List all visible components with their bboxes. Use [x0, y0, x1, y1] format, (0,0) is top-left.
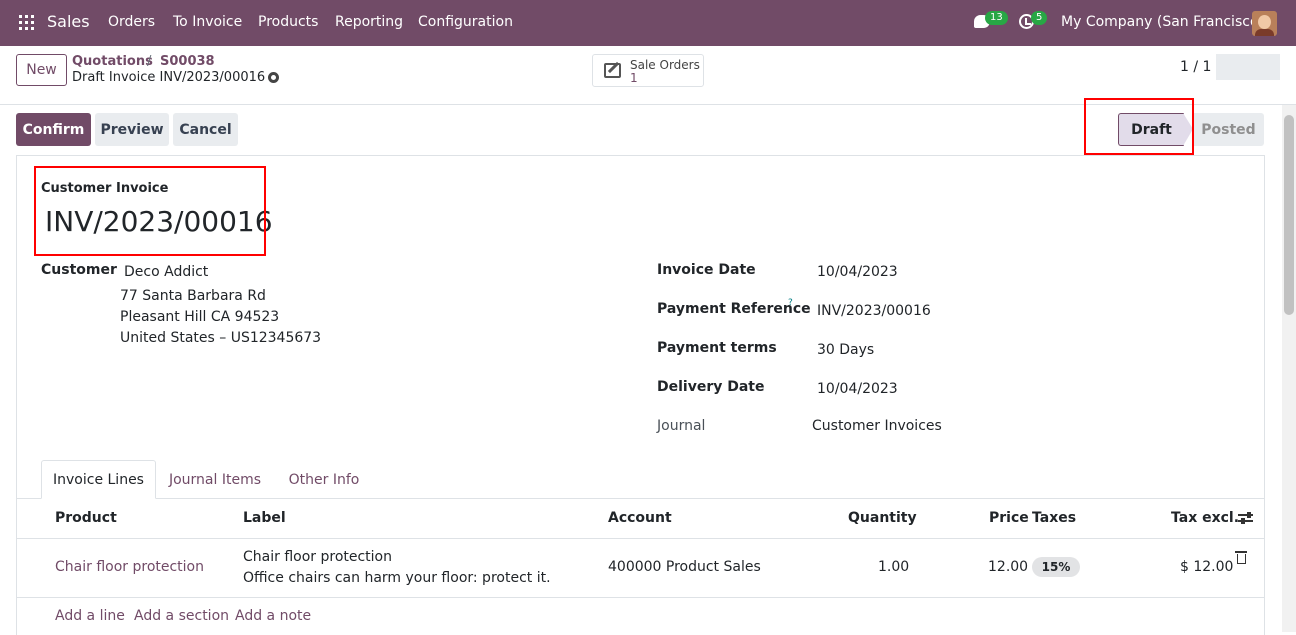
help-tooltip-icon[interactable]: ?	[788, 298, 793, 308]
breadcrumb-quotations[interactable]: Quotations	[72, 54, 153, 69]
customer-address-line: United States – US12345673	[120, 330, 322, 346]
breadcrumb-current: Draft Invoice INV/2023/00016	[72, 70, 266, 85]
column-quantity[interactable]: Quantity	[848, 510, 917, 526]
gear-icon[interactable]	[268, 72, 279, 83]
pager-value[interactable]: 1 / 1	[1180, 59, 1211, 75]
payment-terms-label: Payment terms	[657, 340, 777, 356]
tab-other-info[interactable]: Other Info	[278, 460, 370, 499]
delete-row-icon[interactable]	[1235, 551, 1247, 564]
control-panel: New Quotations / S00038 Draft Invoice IN…	[0, 46, 1296, 105]
payment-reference-field[interactable]: INV/2023/00016	[817, 303, 931, 319]
add-line-link[interactable]: Add a line	[55, 608, 125, 624]
page-scrollbar[interactable]	[1282, 105, 1296, 632]
highlight-box-status	[1084, 98, 1194, 155]
column-price[interactable]: Price	[989, 510, 1029, 526]
menu-configuration[interactable]: Configuration	[418, 14, 513, 30]
messages-count-badge: 13	[985, 11, 1008, 25]
tab-journal-items[interactable]: Journal Items	[160, 460, 270, 499]
smart-button-label: Sale Orders	[630, 58, 700, 72]
table-row-divider	[16, 597, 1265, 598]
preview-button[interactable]: Preview	[95, 113, 169, 146]
top-navbar: Sales Orders To Invoice Products Reporti…	[0, 0, 1296, 46]
table-header-divider	[16, 538, 1265, 539]
company-switcher[interactable]: My Company (San Francisco)	[1061, 14, 1264, 30]
delivery-date-label: Delivery Date	[657, 379, 765, 395]
row-price[interactable]: 12.00	[988, 559, 1028, 575]
tab-invoice-lines[interactable]: Invoice Lines	[41, 460, 156, 499]
customer-field[interactable]: Deco Addict	[124, 264, 208, 280]
optional-columns-icon[interactable]	[1238, 512, 1253, 524]
user-avatar[interactable]	[1252, 11, 1277, 36]
column-label[interactable]: Label	[243, 510, 286, 526]
activities-count-badge: 5	[1031, 11, 1048, 25]
breadcrumb-separator: /	[147, 54, 152, 69]
column-product[interactable]: Product	[55, 510, 117, 526]
menu-to-invoice[interactable]: To Invoice	[173, 14, 242, 30]
sale-orders-smart-button[interactable]: Sale Orders 1	[592, 54, 704, 87]
breadcrumb-order[interactable]: S00038	[160, 54, 215, 69]
row-account[interactable]: 400000 Product Sales	[608, 559, 761, 575]
row-label-line2[interactable]: Office chairs can harm your floor: prote…	[243, 570, 551, 586]
column-taxes[interactable]: Taxes	[1032, 510, 1076, 526]
menu-reporting[interactable]: Reporting	[335, 14, 403, 30]
smart-button-value: 1	[630, 71, 638, 85]
menu-orders[interactable]: Orders	[108, 14, 155, 30]
journal-label: Journal	[657, 418, 706, 434]
payment-terms-field[interactable]: 30 Days	[817, 342, 874, 358]
row-label-line1[interactable]: Chair floor protection	[243, 549, 392, 565]
confirm-button[interactable]: Confirm	[16, 113, 91, 146]
delivery-date-field[interactable]: 10/04/2023	[817, 381, 898, 397]
row-tax-excl: $ 12.00	[1180, 559, 1234, 575]
menu-products[interactable]: Products	[258, 14, 318, 30]
row-product[interactable]: Chair floor protection	[55, 559, 204, 575]
add-note-link[interactable]: Add a note	[235, 608, 311, 624]
pager-previous-button[interactable]	[1216, 54, 1248, 80]
invoice-date-field[interactable]: 10/04/2023	[817, 264, 898, 280]
status-posted[interactable]: Posted	[1193, 113, 1264, 146]
customer-address-line: Pleasant Hill CA 94523	[120, 309, 280, 325]
new-button[interactable]: New	[16, 54, 67, 86]
app-name[interactable]: Sales	[47, 12, 90, 31]
scrollbar-thumb[interactable]	[1284, 115, 1294, 315]
invoice-date-label: Invoice Date	[657, 262, 756, 278]
journal-field[interactable]: Customer Invoices	[812, 418, 942, 434]
cancel-button[interactable]: Cancel	[173, 113, 238, 146]
highlight-box-invoice	[34, 166, 266, 256]
column-account[interactable]: Account	[608, 510, 672, 526]
column-tax-excl[interactable]: Tax excl.	[1171, 510, 1239, 526]
apps-menu-icon[interactable]	[19, 15, 34, 30]
pager-next-button[interactable]	[1248, 54, 1280, 80]
add-section-link[interactable]: Add a section	[134, 608, 229, 624]
customer-address-line: 77 Santa Barbara Rd	[120, 288, 266, 304]
row-tax-badge[interactable]: 15%	[1032, 557, 1080, 577]
edit-icon	[604, 63, 621, 78]
row-quantity[interactable]: 1.00	[878, 559, 909, 575]
customer-label: Customer	[41, 262, 117, 278]
